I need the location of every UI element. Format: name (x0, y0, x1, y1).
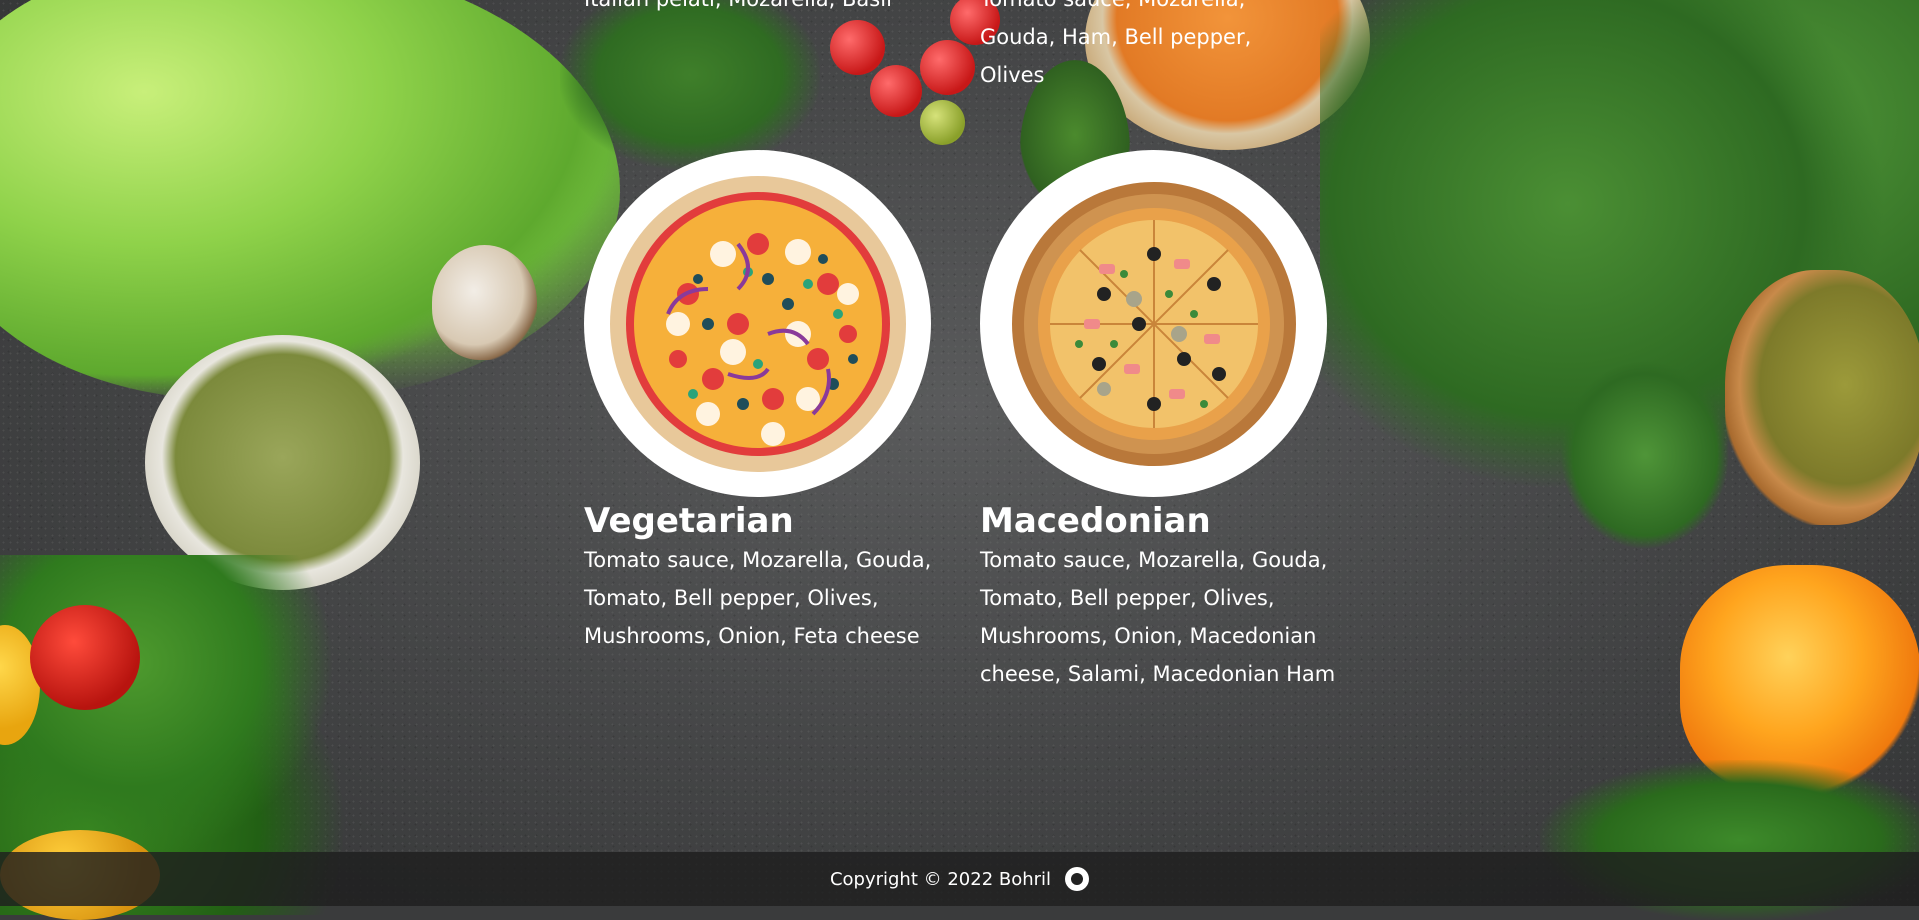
pizza-ingredients: Italian pelati, Mozarella, Basil (584, 0, 944, 18)
tomato-image (870, 65, 922, 117)
pizza-ingredients: Tomato sauce, Mozarella, Gouda, Tomato, … (980, 548, 1336, 686)
spinach-leaf-image (1560, 360, 1730, 550)
mushroom-image (432, 245, 537, 360)
vegetarian-pizza-icon (609, 175, 906, 472)
tomato-image (920, 100, 965, 145)
pizza-ingredients: Tomato sauce, Mozarella, Gouda, Ham, Bel… (980, 0, 1252, 87)
pumpkin-seed-bowl-image (145, 335, 420, 590)
pizza-image (584, 150, 931, 497)
pizza-image (980, 150, 1327, 497)
tomato-image (920, 40, 975, 95)
github-icon[interactable] (1065, 867, 1090, 891)
tomato-image (830, 20, 885, 75)
red-pepper-image (30, 605, 140, 710)
herb-image (560, 0, 820, 170)
pizza-card-vegetarian: Vegetarian Tomato sauce, Mozarella, Goud… (584, 150, 954, 655)
mung-bean-bowl-image (1725, 270, 1919, 525)
pizza-card-macedonian: Macedonian Tomato sauce, Mozarella, Goud… (980, 150, 1350, 693)
macedonian-pizza-icon (1011, 181, 1296, 466)
copyright-text: Copyright © 2022 Bohril (829, 868, 1052, 890)
pizza-name: Vegetarian (584, 501, 794, 541)
pizza-ingredients: Tomato sauce, Mozarella, Gouda, Tomato, … (584, 548, 932, 648)
footer: Copyright © 2022 Bohril (0, 852, 1919, 906)
pizza-name: Macedonian (980, 501, 1211, 541)
